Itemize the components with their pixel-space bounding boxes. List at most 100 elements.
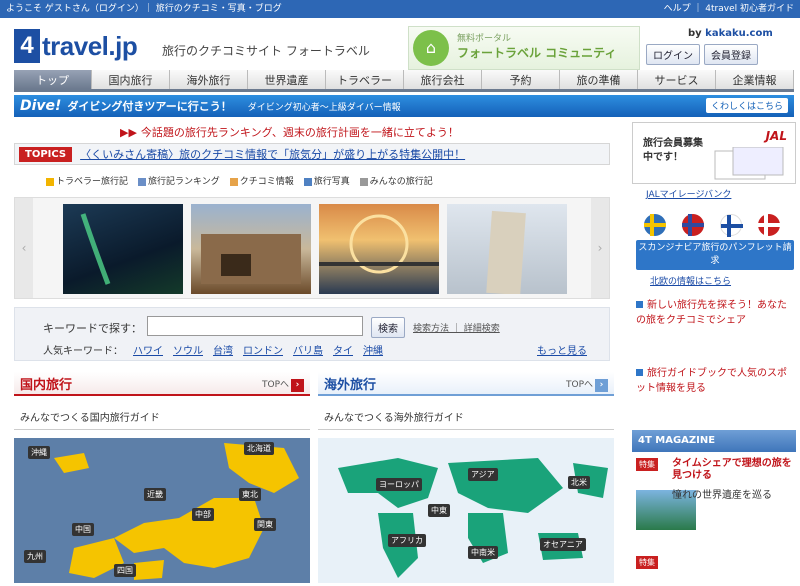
banner-brand: Dive!	[20, 98, 62, 114]
map-label-europe[interactable]: ヨーロッパ	[376, 478, 422, 491]
map-label-tohoku[interactable]: 東北	[239, 488, 261, 501]
headline-text: 今話題の旅行先ランキング、週末の旅行計画を一緒に立てよう！	[140, 126, 459, 139]
map-label-kinki[interactable]: 近畿	[144, 488, 166, 501]
map-label-oceania[interactable]: オセアニア	[540, 538, 586, 551]
carousel-next-button[interactable]: ›	[591, 198, 609, 298]
world-map[interactable]: ヨーロッパ アジア 中東 アフリカ オセアニア 北米 中南米	[318, 438, 614, 583]
jal-text-line1: 旅行会員募集	[643, 138, 703, 149]
tower-photo[interactable]	[447, 204, 567, 296]
jal-caption-link[interactable]: JALマイレージバンク	[646, 187, 731, 200]
map-label-north-america[interactable]: 北米	[568, 476, 590, 489]
keyword-link[interactable]: 台湾	[213, 342, 233, 357]
nordic-brochure-button[interactable]: スカンジナビア旅行のパンフレット請求	[636, 240, 794, 270]
card-icon	[714, 147, 784, 180]
keyword-link[interactable]: ハワイ	[133, 342, 163, 357]
jal-ad[interactable]: 旅行会員募集 中です！ JAL	[632, 122, 796, 184]
legend-item[interactable]: トラベラー旅行記	[46, 174, 128, 187]
legend-item[interactable]: みんなの旅行記	[359, 174, 433, 187]
map-label-chubu[interactable]: 中部	[192, 508, 214, 521]
map-label-kanto[interactable]: 関東	[254, 518, 276, 531]
keyword-link[interactable]: ロンドン	[243, 342, 283, 357]
map-label-hokkaido[interactable]: 北海道	[244, 442, 274, 455]
keyword-link[interactable]: 沖縄	[363, 342, 383, 357]
tab-company[interactable]: 企業情報	[716, 70, 794, 89]
community-banner[interactable]: ⌂ 無料ポータル フォートラベル コミュニティ	[408, 26, 640, 70]
aurora-image	[80, 213, 111, 285]
search-input[interactable]	[147, 316, 363, 336]
bridge-photo[interactable]	[319, 204, 439, 294]
banner-button[interactable]: くわしくはこちら	[705, 98, 788, 113]
nordic-caption-link[interactable]: 北欧の情報はこちら	[650, 274, 731, 287]
map-label-middle-east[interactable]: 中東	[428, 504, 450, 517]
community-sub: 無料ポータル	[457, 34, 512, 44]
building-image	[201, 234, 301, 284]
carousel-prev-button[interactable]: ‹	[15, 198, 33, 298]
side-link-1[interactable]: 新しい旅行先を探そう！あなたの旅をクチコミでシェア	[636, 298, 796, 328]
domestic-top-link[interactable]: TOPへ ›	[262, 377, 304, 392]
logo-mark: 4	[14, 29, 40, 63]
magazine-title: タイムシェアで理想の旅を見つける	[672, 458, 792, 481]
keyword-list: 人気キーワード： ハワイ ソウル 台湾 ロンドン バリ島 タイ 沖縄	[43, 342, 383, 357]
map-label-asia[interactable]: アジア	[468, 468, 498, 481]
topics-link[interactable]: 〈くいみさん寄稿〉旅のクチコミ情報で「旅気分」が盛り上がる特集公開中！	[80, 146, 465, 162]
tab-booking[interactable]: 予約	[482, 70, 560, 89]
map-label-chugoku[interactable]: 中国	[72, 523, 94, 536]
tab-domestic[interactable]: 国内旅行	[92, 70, 170, 89]
topics-bar: TOPICS 〈くいみさん寄稿〉旅のクチコミ情報で「旅気分」が盛り上がる特集公開…	[14, 143, 610, 165]
search-advanced-link[interactable]: 検索方法 ｜ 詳細検索	[413, 321, 500, 334]
tab-services[interactable]: サービス	[638, 70, 716, 89]
tab-agencies[interactable]: 旅行会社	[404, 70, 482, 89]
keyword-more-link[interactable]: もっと見る	[537, 342, 587, 357]
photo-carousel: ‹ ›	[14, 197, 610, 299]
map-label-shikoku[interactable]: 四国	[114, 564, 136, 577]
magazine-item[interactable]: 憧れの世界遺産を巡る	[636, 490, 796, 540]
top-bar-text: ようこそ ゲストさん（ログイン）｜ 旅行のクチコミ・写真・ブログ	[6, 4, 282, 14]
arrow-right-icon: ›	[595, 379, 608, 392]
dive-banner[interactable]: Dive! ダイビング付きツアーに行こう！ ダイビング初心者〜上級ダイバー情報 …	[14, 95, 794, 117]
tab-overseas[interactable]: 海外旅行	[170, 70, 248, 89]
legend-label: 旅行写真	[313, 177, 350, 187]
overseas-title: 海外旅行	[324, 377, 377, 393]
map-label-latin-america[interactable]: 中南米	[468, 546, 498, 559]
overseas-top-link[interactable]: TOPへ ›	[566, 377, 608, 392]
banner-small: ダイビング初心者〜上級ダイバー情報	[247, 102, 401, 113]
tab-top[interactable]: トップ	[14, 70, 92, 89]
building-photo[interactable]	[191, 204, 311, 294]
domestic-header: 国内旅行 TOPへ ›	[14, 372, 310, 396]
japan-map[interactable]: 北海道 東北 関東 中部 近畿 中国 九州 四国 沖縄	[14, 438, 310, 583]
legend-item[interactable]: クチコミ情報	[229, 174, 294, 187]
tab-world-heritage[interactable]: 世界遺産	[248, 70, 326, 89]
top-bar-links[interactable]: ヘルプ ｜ 4travel 初心者ガイド	[664, 0, 794, 18]
tab-preparation[interactable]: 旅の準備	[560, 70, 638, 89]
map-label-okinawa[interactable]: 沖縄	[28, 446, 50, 459]
tab-travelers[interactable]: トラベラー	[326, 70, 404, 89]
keyword-link[interactable]: ソウル	[173, 342, 203, 357]
keyword-link[interactable]: バリ島	[293, 342, 323, 357]
kakaku-credit: by kakaku.com	[688, 28, 773, 39]
legend-item[interactable]: 旅行写真	[303, 174, 350, 187]
arrow-right-icon: ›	[291, 379, 304, 392]
side-link-2[interactable]: 旅行ガイドブックで人気のスポット情報を見る	[636, 366, 796, 396]
jal-text-line2: 中です！	[643, 152, 683, 163]
side-link-text: 旅行ガイドブックで人気のスポット情報を見る	[636, 368, 787, 394]
legend-label: クチコミ情報	[239, 177, 294, 187]
register-button[interactable]: 会員登録	[704, 44, 758, 65]
review-icon	[229, 177, 238, 186]
magazine-item[interactable]: 特集	[636, 556, 796, 580]
keyword-label: 人気キーワード：	[43, 346, 123, 357]
photo-icon	[303, 177, 312, 186]
legend-item[interactable]: 旅行記ランキング	[138, 174, 220, 187]
login-button[interactable]: ログイン	[646, 44, 700, 65]
search-button[interactable]: 検索	[371, 317, 405, 338]
japan-map-image	[54, 443, 299, 580]
site-logo[interactable]: 4 travel.jp	[14, 26, 138, 66]
sweden-flag-icon	[644, 214, 666, 236]
bullet-icon	[636, 369, 643, 376]
main-nav: トップ 国内旅行 海外旅行 世界遺産 トラベラー 旅行会社 予約 旅の準備 サー…	[14, 70, 794, 92]
map-label-kyushu[interactable]: 九州	[24, 550, 46, 563]
overseas-subtitle: みんなでつくる海外旅行ガイド	[318, 408, 614, 430]
keyword-link[interactable]: タイ	[333, 342, 353, 357]
headline-link[interactable]: ▶▶ 今話題の旅行先ランキング、週末の旅行計画を一緒に立てよう！	[120, 124, 459, 140]
aurora-photo[interactable]	[63, 204, 183, 294]
map-label-africa[interactable]: アフリカ	[388, 534, 426, 547]
